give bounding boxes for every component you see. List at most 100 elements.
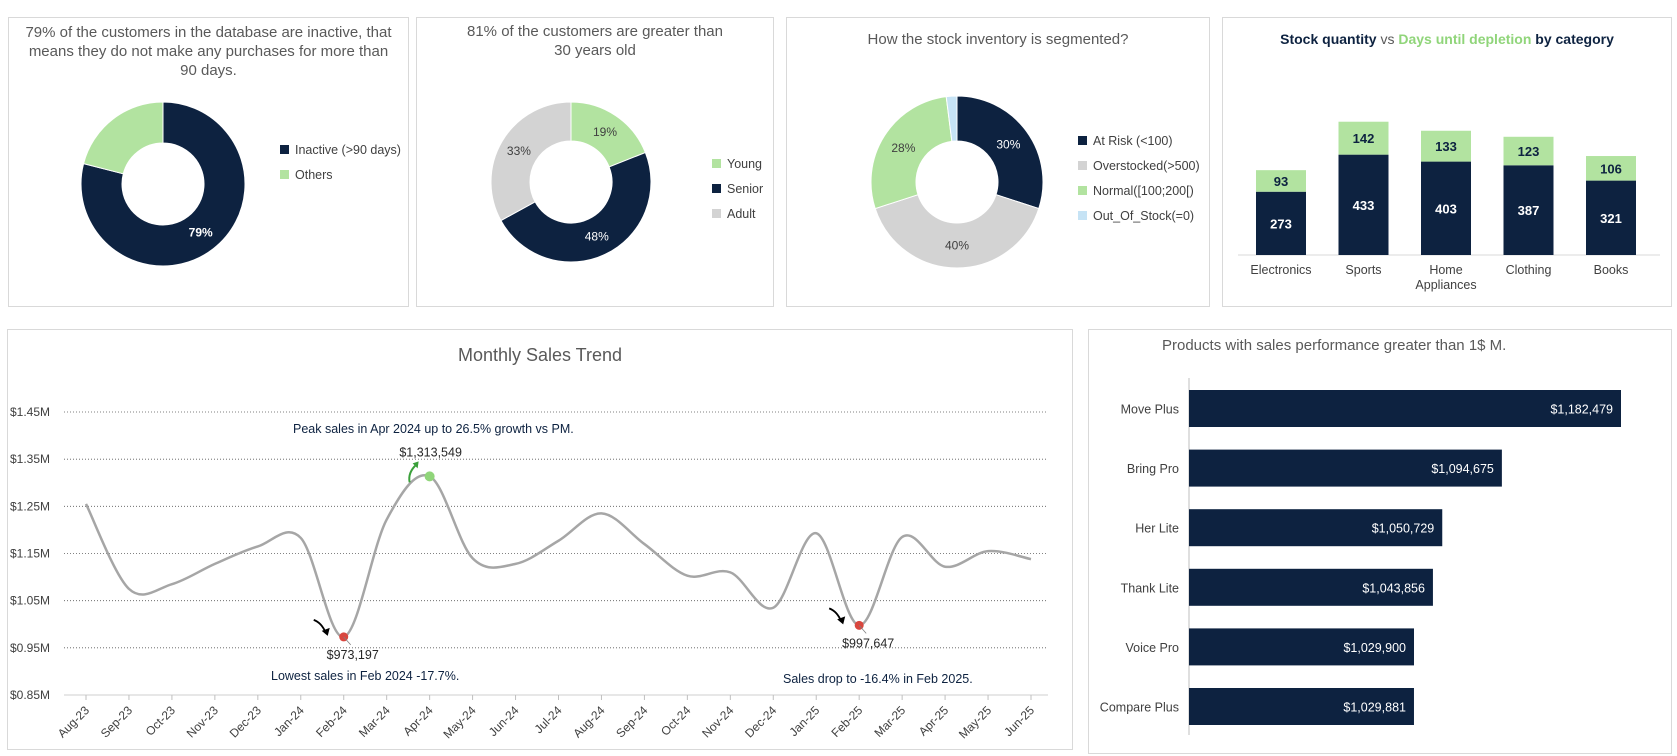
age-legend: Young Senior Adult [712, 151, 763, 226]
legend-item-senior: Senior [712, 176, 763, 201]
stock-days-stacked-bar-chart: 273 93 Electronics 433 142 Sports 403 133 HomeAp… [1238, 121, 1660, 292]
legend-label: Inactive (>90 days) [295, 142, 401, 157]
bar-data-label: 93 [1274, 174, 1288, 189]
legend-swatch [1078, 136, 1087, 145]
legend-label: At Risk (<100) [1093, 133, 1173, 148]
legend-item-others: Others [280, 162, 401, 187]
x-tick-label: Nov-24 [699, 703, 736, 740]
donut-data-label: 28% [891, 141, 915, 155]
bar-data-label: 321 [1600, 211, 1622, 226]
x-tick-label: Dec-23 [227, 703, 264, 740]
legend-label: Others [295, 167, 333, 182]
bar-value-label: $1,043,856 [1362, 581, 1425, 595]
legend-item-young: Young [712, 151, 763, 176]
bar-data-label: 133 [1435, 139, 1457, 154]
x-tick-label: Dec-24 [742, 703, 779, 740]
legend-label: Normal([100;200[) [1093, 183, 1194, 198]
sales-series-line [84, 474, 1032, 639]
x-tick-label: Apr-24 [400, 703, 436, 739]
stock-segment-panel: How the stock inventory is segmented? 30… [786, 17, 1210, 307]
bar-value-label: $1,182,479 [1550, 403, 1613, 417]
bar-value-label: $1,094,675 [1431, 462, 1494, 476]
x-tick-label: Apr-25 [916, 703, 952, 739]
y-tick-label: $1.45M [10, 405, 50, 419]
x-tick-label: Feb-25 [829, 703, 866, 740]
peak-annotation: Peak sales in Apr 2024 up to 26.5% growt… [293, 422, 574, 436]
donut-data-label: 33% [507, 144, 531, 158]
legend-label: Young [727, 156, 762, 171]
top-products-bar-chart: $1,182,479 Move Plus $1,094,675 Bring Pro $1… [1100, 378, 1621, 735]
legend-label: Overstocked(>500) [1093, 158, 1200, 173]
x-tick-label: Mar-25 [871, 703, 908, 740]
legend-swatch [280, 170, 289, 179]
legend-label: Adult [727, 206, 756, 221]
low-value-label: $973,197 [327, 648, 379, 662]
legend-item-at-risk: At Risk (<100) [1078, 128, 1200, 153]
y-tick-label: $0.85M [10, 688, 50, 702]
x-tick-label: May-24 [441, 703, 479, 741]
drop-value-label: $997,647 [842, 636, 894, 650]
y-tick-label: $1.35M [10, 452, 50, 466]
x-tick-label: Sep-23 [98, 703, 135, 740]
y-tick-label: $1.25M [10, 499, 50, 513]
x-tick-label: Jun-24 [486, 703, 522, 739]
legend-item-overstocked: Overstocked(>500) [1078, 153, 1200, 178]
x-tick-label: Mar-24 [356, 703, 393, 740]
bar-data-label: 387 [1518, 203, 1540, 218]
product-name-label: Bring Pro [1127, 462, 1179, 476]
donut-slice [874, 194, 1040, 269]
legend-item-adult: Adult [712, 201, 763, 226]
donut-data-label: 19% [593, 125, 617, 139]
legend-swatch [1078, 211, 1087, 220]
age-segment-panel: 81% of the customers are greater than 30… [416, 17, 774, 307]
category-tick-label: Sports [1345, 263, 1381, 277]
donut-data-label: 79% [189, 226, 213, 240]
x-tick-label: May-25 [956, 703, 994, 741]
drop-annotation: Sales drop to -16.4% in Feb 2025. [783, 672, 973, 686]
donut-data-label: 48% [585, 230, 609, 244]
legend-swatch [712, 209, 721, 218]
x-tick-label: Jan-25 [786, 703, 822, 739]
inactive-legend: Inactive (>90 days) Others [280, 137, 401, 187]
donut-slice [490, 101, 572, 222]
legend-item-inactive: Inactive (>90 days) [280, 137, 401, 162]
y-tick-label: $0.95M [10, 641, 50, 655]
peak-value-label: $1,313,549 [399, 445, 462, 459]
monthly-trend-panel: Monthly Sales Trend $0.85M $0.95M $1.05M $1… [7, 329, 1073, 750]
category-tick-label: Books [1594, 263, 1629, 277]
product-name-label: Voice Pro [1125, 641, 1179, 655]
product-name-label: Thank Lite [1121, 581, 1179, 595]
legend-swatch [1078, 161, 1087, 170]
inactive-customers-panel: 79% of the customers in the database are… [8, 17, 409, 307]
legend-item-normal: Normal([100;200[) [1078, 178, 1200, 203]
bar-data-label: 142 [1353, 131, 1375, 146]
x-tick-label: Oct-23 [143, 703, 179, 739]
donut-slice [82, 101, 164, 175]
category-tick-label: Home [1429, 263, 1462, 277]
legend-item-out-of-stock: Out_Of_Stock(=0) [1078, 203, 1200, 228]
bar-data-label: 403 [1435, 201, 1457, 216]
bar-value-label: $1,050,729 [1372, 522, 1435, 536]
x-tick-label: Oct-24 [658, 703, 694, 739]
x-tick-label: Feb-24 [313, 703, 350, 740]
stock-days-panel: Stock quantity vs Days until depletion b… [1222, 17, 1672, 307]
legend-swatch [280, 145, 289, 154]
x-tick-label: Aug-24 [570, 703, 607, 740]
x-tick-label: Jan-24 [271, 703, 307, 739]
monthly-sales-line-chart: $0.85M $0.95M $1.05M $1.15M $1.25M $1.35M $1.4… [10, 405, 1048, 741]
category-tick-label: Clothing [1506, 263, 1552, 277]
legend-swatch [1078, 186, 1087, 195]
stock-segment-legend: At Risk (<100) Overstocked(>500) Normal(… [1078, 128, 1200, 228]
peak-point-marker [424, 471, 435, 482]
y-tick-label: $1.05M [10, 594, 50, 608]
low-annotation: Lowest sales in Feb 2024 -17.7%. [271, 669, 460, 683]
legend-label: Out_Of_Stock(=0) [1093, 208, 1195, 223]
bar-data-label: 433 [1353, 198, 1375, 213]
category-tick-label: Appliances [1415, 278, 1476, 292]
x-tick-label: Sep-24 [613, 703, 650, 740]
x-tick-label: Jul-24 [532, 703, 565, 736]
bar-data-label: 123 [1518, 144, 1540, 159]
category-tick-label: Electronics [1250, 263, 1311, 277]
x-tick-label: Nov-23 [184, 703, 221, 740]
product-name-label: Compare Plus [1100, 701, 1179, 715]
